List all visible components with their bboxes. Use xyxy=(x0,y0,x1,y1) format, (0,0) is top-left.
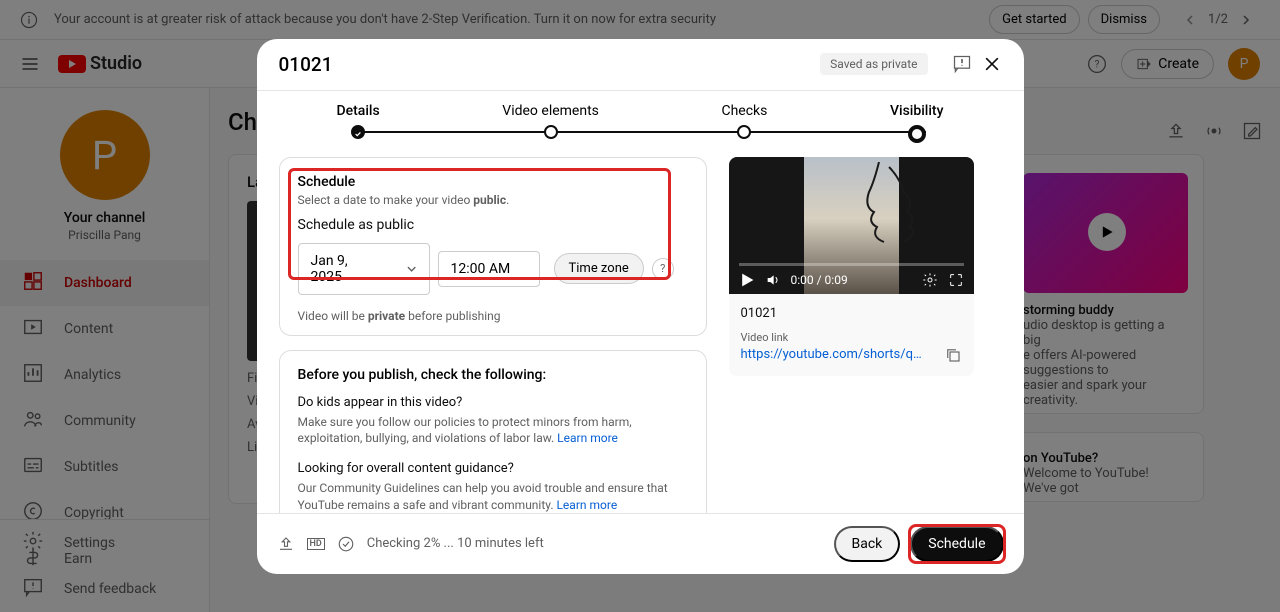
video-link[interactable]: https://youtube.com/shorts/qU... xyxy=(741,347,926,362)
video-link-label: Video link xyxy=(741,331,962,344)
schedule-label: Schedule xyxy=(928,536,985,552)
gear-icon[interactable] xyxy=(922,272,938,288)
learn-more-link[interactable]: Learn more xyxy=(556,498,617,512)
date-dropdown[interactable]: Jan 9, 2025 xyxy=(298,243,430,295)
schedule-title: Schedule xyxy=(298,174,688,190)
chevron-down-icon xyxy=(407,266,416,272)
schedule-card: Schedule Select a date to make your vide… xyxy=(279,157,707,336)
check-d1: Make sure you follow our policies to pro… xyxy=(298,414,688,448)
dialog-footer: HD Checking 2% ... 10 minutes left Back … xyxy=(257,513,1024,574)
step-checks[interactable]: Checks xyxy=(721,103,767,143)
step-label: Visibility xyxy=(890,103,943,119)
saved-chip: Saved as private xyxy=(820,53,927,75)
dialog-body: Schedule Select a date to make your vide… xyxy=(257,143,1024,513)
back-button[interactable]: Back xyxy=(834,526,901,562)
volume-icon[interactable] xyxy=(765,272,781,288)
step-label: Details xyxy=(337,103,380,119)
stepper: Details Video elements Checks Visibility xyxy=(257,91,1024,143)
time-input[interactable] xyxy=(438,251,540,287)
hd-badge: HD xyxy=(307,538,325,550)
help-icon[interactable]: ? xyxy=(652,258,674,280)
check-d2: Our Community Guidelines can help you av… xyxy=(298,480,688,512)
video-preview: 0:00 / 0:09 01021 Video link https://you… xyxy=(729,157,974,376)
upload-dialog: 01021 Saved as private Details Video ele… xyxy=(257,39,1024,574)
check-title: Before you publish, check the following: xyxy=(298,367,688,383)
timezone-button[interactable]: Time zone xyxy=(554,253,644,284)
modal-overlay: 01021 Saved as private Details Video ele… xyxy=(0,0,1280,612)
copy-icon[interactable] xyxy=(944,346,962,364)
fullscreen-icon[interactable] xyxy=(948,272,964,288)
check-status-icon xyxy=(337,535,355,553)
dialog-header: 01021 Saved as private xyxy=(257,39,1024,91)
step-visibility[interactable]: Visibility xyxy=(890,103,943,143)
date-value: Jan 9, 2025 xyxy=(311,253,378,285)
close-icon[interactable] xyxy=(982,54,1002,74)
learn-more-link[interactable]: Learn more xyxy=(557,431,618,445)
schedule-sub: Schedule as public xyxy=(298,217,688,233)
schedule-button[interactable]: Schedule xyxy=(910,526,1003,562)
step-label: Checks xyxy=(721,103,767,119)
step-details[interactable]: Details xyxy=(337,103,380,143)
feedback-icon[interactable] xyxy=(952,54,972,74)
check-q1: Do kids appear in this video? xyxy=(298,395,688,410)
publish-check-card: Before you publish, check the following:… xyxy=(279,350,707,513)
video-time: 0:00 / 0:09 xyxy=(791,273,848,287)
step-label: Video elements xyxy=(502,103,599,119)
upload-status-icon xyxy=(277,535,295,553)
video-title: 01021 xyxy=(741,306,962,321)
check-q2: Looking for overall content guidance? xyxy=(298,461,688,476)
private-note: Video will be private before publishing xyxy=(280,295,706,323)
schedule-desc: Select a date to make your video public. xyxy=(298,193,688,207)
video-thumbnail[interactable]: 0:00 / 0:09 xyxy=(729,157,974,294)
step-video-elements[interactable]: Video elements xyxy=(502,103,599,143)
footer-status: Checking 2% ... 10 minutes left xyxy=(367,536,544,551)
dialog-title: 01021 xyxy=(279,53,821,76)
play-icon[interactable] xyxy=(739,272,755,288)
